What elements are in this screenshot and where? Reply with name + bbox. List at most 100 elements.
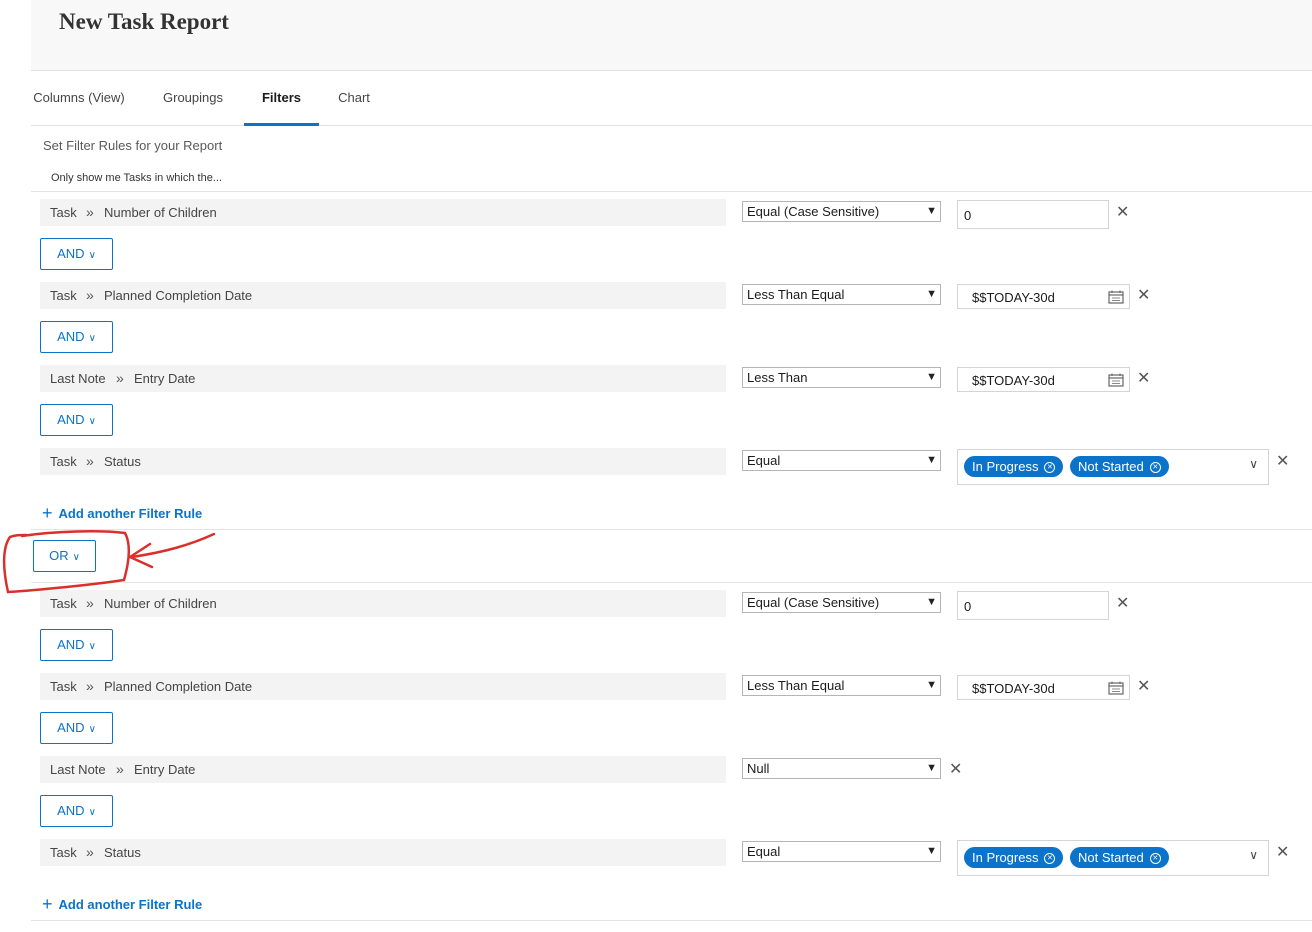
chevron-down-icon: ∨ (88, 333, 96, 344)
tab-filters[interactable]: Filters (244, 71, 319, 126)
group-divider (31, 191, 1312, 192)
operator-select[interactable]: Equal (Case Sensitive) ▼ (742, 592, 941, 613)
filter-intro-text: Only show me Tasks in which the... (51, 172, 222, 184)
value-input[interactable]: 0 (957, 200, 1109, 229)
operator-select[interactable]: Equal (Case Sensitive) ▼ (742, 201, 941, 222)
operator-value: Less Than Equal (747, 678, 845, 693)
field-attribute: Number of Children (104, 205, 217, 220)
date-value: $$TODAY-30d (972, 373, 1055, 388)
close-icon[interactable]: ✕ (1044, 853, 1056, 865)
field-attribute: Planned Completion Date (104, 288, 253, 303)
date-input[interactable]: $$TODAY-30d (957, 675, 1130, 700)
add-rule-label: Add another Filter Rule (58, 897, 203, 912)
close-icon[interactable]: ✕ (1149, 853, 1161, 865)
calendar-icon[interactable] (1108, 681, 1124, 695)
field-attribute: Status (104, 845, 141, 860)
operator-value: Less Than Equal (747, 287, 845, 302)
tab-columns-view[interactable]: Columns (View) (31, 71, 127, 125)
field-attribute: Status (104, 454, 141, 469)
plus-icon: + (42, 503, 53, 523)
filter-field[interactable]: Task » Number of Children (40, 199, 726, 226)
logic-label: AND (57, 720, 85, 735)
chevron-down-icon: ∨ (88, 724, 96, 735)
operator-select[interactable]: Less Than ▼ (742, 367, 941, 388)
close-icon[interactable]: ✕ (1116, 205, 1129, 221)
status-chip[interactable]: Not Started ✕ (1070, 847, 1169, 868)
and-toggle-button[interactable]: AND ∨ (40, 795, 113, 827)
calendar-icon[interactable] (1108, 373, 1124, 387)
add-filter-rule-link[interactable]: + Add another Filter Rule (42, 894, 202, 915)
operator-select[interactable]: Less Than Equal ▼ (742, 284, 941, 305)
close-icon[interactable]: ✕ (1137, 288, 1150, 304)
chip-label: Not Started (1078, 459, 1144, 474)
close-icon[interactable]: ✕ (1276, 845, 1289, 861)
filter-field[interactable]: Last Note » Entry Date (40, 365, 726, 392)
status-multiselect[interactable]: In Progress ✕ Not Started ✕ ∨ (957, 449, 1269, 485)
close-icon[interactable]: ✕ (949, 762, 962, 778)
chevron-down-icon[interactable]: ∨ (1249, 848, 1258, 862)
field-attribute: Planned Completion Date (104, 679, 253, 694)
field-object: Last Note (50, 762, 106, 777)
calendar-icon[interactable] (1108, 290, 1124, 304)
field-object: Task (50, 454, 77, 469)
filter-field[interactable]: Last Note » Entry Date (40, 756, 726, 783)
and-toggle-button[interactable]: AND ∨ (40, 712, 113, 744)
date-input[interactable]: $$TODAY-30d (957, 284, 1130, 309)
add-filter-rule-link[interactable]: + Add another Filter Rule (42, 503, 202, 524)
and-toggle-button[interactable]: AND ∨ (40, 629, 113, 661)
status-chip[interactable]: In Progress ✕ (964, 847, 1064, 868)
chevron-down-icon: ▼ (926, 205, 937, 217)
value-input[interactable]: 0 (957, 591, 1109, 620)
and-toggle-button[interactable]: AND ∨ (40, 238, 113, 270)
and-toggle-button[interactable]: AND ∨ (40, 404, 113, 436)
or-toggle-button[interactable]: OR ∨ (33, 540, 96, 572)
logic-label: AND (57, 637, 85, 652)
chevron-down-icon: ▼ (926, 371, 937, 383)
filter-field[interactable]: Task » Planned Completion Date (40, 282, 726, 309)
chip-label: In Progress (972, 459, 1039, 474)
chevron-double-right-icon: » (116, 370, 124, 386)
filter-field[interactable]: Task » Number of Children (40, 590, 726, 617)
status-chip[interactable]: In Progress ✕ (964, 456, 1064, 477)
chevron-double-right-icon: » (86, 844, 94, 860)
close-icon[interactable]: ✕ (1116, 596, 1129, 612)
group-divider (31, 920, 1312, 921)
chip-label: In Progress (972, 850, 1039, 865)
filter-field[interactable]: Task » Status (40, 448, 726, 475)
date-value: $$TODAY-30d (972, 681, 1055, 696)
filter-field[interactable]: Task » Status (40, 839, 726, 866)
plus-icon: + (42, 894, 53, 914)
operator-select[interactable]: Null ▼ (742, 758, 941, 779)
operator-value: Equal (Case Sensitive) (747, 204, 880, 219)
close-icon[interactable]: ✕ (1149, 462, 1161, 474)
date-input[interactable]: $$TODAY-30d (957, 367, 1130, 392)
chevron-down-icon: ▼ (926, 762, 937, 774)
and-toggle-button[interactable]: AND ∨ (40, 321, 113, 353)
operator-value: Equal (Case Sensitive) (747, 595, 880, 610)
field-object: Task (50, 288, 77, 303)
chevron-down-icon: ▼ (926, 845, 937, 857)
tab-chart[interactable]: Chart (333, 71, 375, 125)
status-chip[interactable]: Not Started ✕ (1070, 456, 1169, 477)
filter-field[interactable]: Task » Planned Completion Date (40, 673, 726, 700)
chevron-down-icon[interactable]: ∨ (1249, 457, 1258, 471)
operator-select[interactable]: Equal ▼ (742, 450, 941, 471)
tab-bar: Columns (View) Groupings Filters Chart (31, 71, 1312, 126)
close-icon[interactable]: ✕ (1137, 371, 1150, 387)
close-icon[interactable]: ✕ (1137, 679, 1150, 695)
tab-groupings[interactable]: Groupings (158, 71, 228, 125)
operator-select[interactable]: Less Than Equal ▼ (742, 675, 941, 696)
chevron-down-icon: ∨ (88, 807, 96, 818)
logic-label: AND (57, 329, 85, 344)
operator-value: Null (747, 761, 770, 776)
field-attribute: Entry Date (134, 762, 196, 777)
chevron-down-icon: ▼ (926, 596, 937, 608)
chevron-down-icon: ▼ (926, 454, 937, 466)
filter-section-heading: Set Filter Rules for your Report (43, 138, 223, 153)
status-multiselect[interactable]: In Progress ✕ Not Started ✕ ∨ (957, 840, 1269, 876)
chevron-double-right-icon: » (86, 204, 94, 220)
close-icon[interactable]: ✕ (1276, 454, 1289, 470)
operator-select[interactable]: Equal ▼ (742, 841, 941, 862)
chevron-double-right-icon: » (116, 761, 124, 777)
close-icon[interactable]: ✕ (1044, 462, 1056, 474)
